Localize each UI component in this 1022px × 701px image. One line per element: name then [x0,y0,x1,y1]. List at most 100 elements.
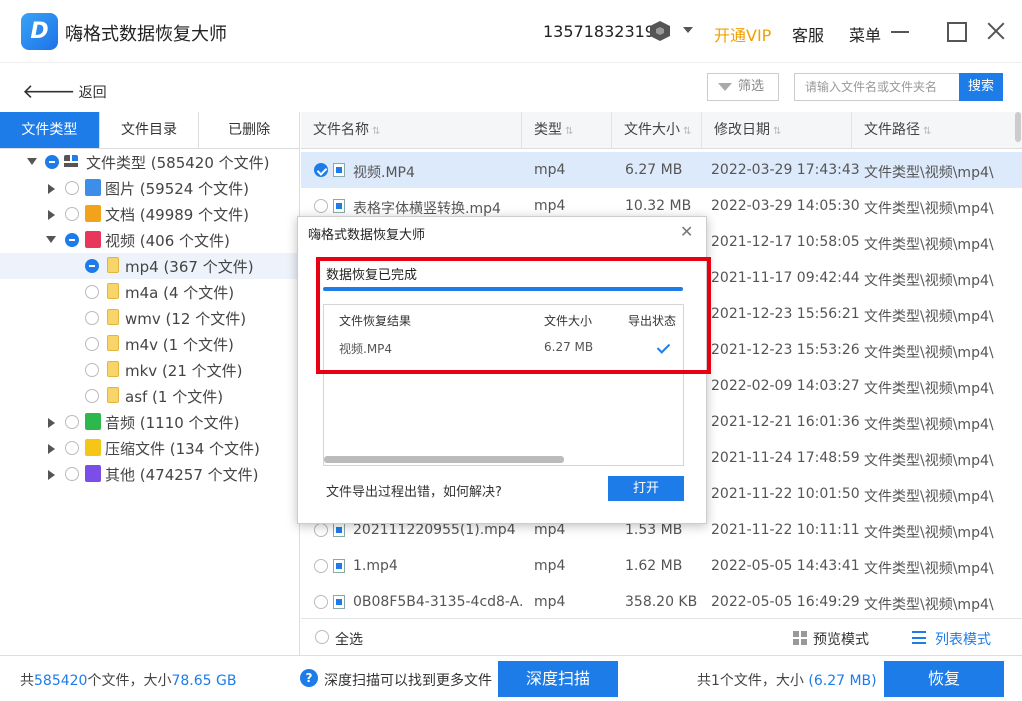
collapse-icon[interactable] [46,236,56,243]
preview-mode-button[interactable]: 预览模式 [793,629,869,649]
tree-item-audio[interactable]: 音频 (1110 个文件) [0,409,299,435]
tree-checkbox[interactable] [65,415,79,429]
row-checkbox[interactable] [314,523,328,537]
row-checkbox[interactable] [314,559,328,573]
column-header-name[interactable]: 文件名称 ⇅ [301,112,522,149]
status-bar: 共585420个文件，大小78.65 GB ? 深度扫描可以找到更多文件 深度扫… [0,655,1022,701]
deep-scan-button[interactable]: 深度扫描 [498,661,618,697]
tree-item-documents[interactable]: 文档 (49989 个文件) [0,201,299,227]
tree-item-root[interactable]: 文件类型 (585420 个文件) [0,149,299,175]
column-header-date[interactable]: 修改日期 ⇅ [702,112,852,149]
search-input[interactable] [794,73,960,101]
tree-item-m4a[interactable]: m4a (4 个文件) [0,279,299,305]
account-dropdown-icon[interactable] [683,27,693,33]
cell-date: 2022-03-29 17:43:43 [711,162,860,178]
sort-icon[interactable]: ⇅ [683,126,691,137]
tree-item-label: 图片 (59524 个文件) [105,180,249,198]
tree-checkbox[interactable] [85,337,99,351]
row-checkbox[interactable] [314,595,328,609]
tree-checkbox[interactable] [65,441,79,455]
maximize-icon[interactable] [945,20,967,42]
tree-checkbox[interactable] [65,467,79,481]
tab-file-type[interactable]: 文件类型 [0,112,100,148]
tree-item-mp4[interactable]: mp4 (367 个文件) [0,253,299,279]
sort-icon[interactable]: ⇅ [923,126,931,137]
sort-icon[interactable]: ⇅ [565,126,573,137]
row-checkbox[interactable] [314,163,328,177]
select-all-label[interactable]: 全选 [335,629,363,649]
list-mode-button[interactable]: 列表模式 [912,629,991,649]
minimize-icon[interactable] [889,20,911,42]
menu-button[interactable]: 菜单 [849,22,881,46]
vip-button[interactable]: 开通VIP [714,22,771,46]
tree-item-videos[interactable]: 视频 (406 个文件) [0,227,299,253]
account-phone[interactable]: 13571832319 [543,22,655,41]
recover-button[interactable]: 恢复 [884,661,1004,697]
tree-checkbox[interactable] [85,363,99,377]
tree-checkbox[interactable] [85,259,99,273]
recovery-progress-bar [323,287,683,291]
cell-name: 0B08F5B4-3135-4cd8-A... [353,594,523,610]
row-checkbox[interactable] [314,199,328,213]
filter-button[interactable]: 筛选 [707,73,779,101]
total-size: 78.65 GB [171,673,237,689]
archive-icon [85,439,101,456]
cell-path: 文件类型\视频\mp4\ [864,525,994,541]
expand-icon[interactable] [48,470,55,480]
column-header-path[interactable]: 文件路径 ⇅ [852,112,1022,149]
cell-date: 2021-12-17 10:58:05 [711,234,860,250]
tree-checkbox[interactable] [85,311,99,325]
table-scrollbar[interactable] [1015,112,1021,142]
cell-name: 视频.MP4 [353,165,415,181]
tree-checkbox[interactable] [65,181,79,195]
column-label: 文件路径 [864,122,920,138]
result-horizontal-scrollbar[interactable] [324,456,564,463]
collapse-icon[interactable] [27,158,37,165]
tree-item-label: 音频 (1110 个文件) [105,414,240,432]
tree-item-other[interactable]: 其他 (474257 个文件) [0,461,299,487]
tree-item-m4v[interactable]: m4v (1 个文件) [0,331,299,357]
back-label: 返回 [78,85,107,101]
table-row[interactable]: 0B08F5B4-3135-4cd8-A... mp4 358.20 KB 2022-… [301,584,1022,618]
close-icon[interactable] [985,20,1007,42]
back-button[interactable]: 🡐 返回 [22,78,107,103]
video-file-icon [333,163,345,177]
expand-icon[interactable] [48,418,55,428]
column-header-type[interactable]: 类型 ⇅ [522,112,612,149]
help-icon[interactable]: ? [300,669,318,687]
tab-deleted[interactable]: 已删除 [199,112,299,148]
column-header-size[interactable]: 文件大小 ⇅ [612,112,702,149]
open-folder-button[interactable]: 打开 [608,476,684,501]
export-error-help-link[interactable]: 文件导出过程出错，如何解决? [326,481,502,500]
dialog-close-icon[interactable]: ✕ [680,222,693,241]
table-row[interactable]: 视频.MP4 mp4 6.27 MB 2022-03-29 17:43:43 文件类型\… [301,152,1022,188]
tab-file-directory[interactable]: 文件目录 [100,112,200,148]
tree-checkbox[interactable] [85,285,99,299]
title-bar: D 嗨格式数据恢复大师 13571832319 开通VIP 客服 菜单 [0,0,1022,62]
expand-icon[interactable] [48,184,55,194]
tree-checkbox[interactable] [65,233,79,247]
cell-date: 2022-03-29 14:05:30 [711,198,860,214]
tree-item-label: 视频 (406 个文件) [105,232,230,250]
tree-item-asf[interactable]: asf (1 个文件) [0,383,299,409]
sort-icon[interactable]: ⇅ [773,126,781,137]
tree-item-label: mkv (21 个文件) [125,362,243,380]
sort-icon[interactable]: ⇅ [372,126,380,137]
cell-name: 1.mp4 [353,558,398,574]
tree-item-mkv[interactable]: mkv (21 个文件) [0,357,299,383]
tree-checkbox[interactable] [65,207,79,221]
cell-path: 文件类型\视频\mp4\ [864,165,994,181]
tree-checkbox[interactable] [45,155,59,169]
expand-icon[interactable] [48,210,55,220]
expand-icon[interactable] [48,444,55,454]
select-all-checkbox[interactable] [315,630,329,644]
tree-item-images[interactable]: 图片 (59524 个文件) [0,175,299,201]
tree-item-wmv[interactable]: wmv (12 个文件) [0,305,299,331]
tree-item-archives[interactable]: 压缩文件 (134 个文件) [0,435,299,461]
tree-item-label: m4a (4 个文件) [125,284,235,302]
tree-checkbox[interactable] [85,389,99,403]
customer-service-button[interactable]: 客服 [792,22,824,46]
cell-date: 2022-05-05 14:43:41 [711,558,860,574]
table-row[interactable]: 1.mp4 mp4 1.62 MB 2022-05-05 14:43:41 文件类型\视… [301,548,1022,584]
search-button[interactable]: 搜索 [959,73,1003,101]
